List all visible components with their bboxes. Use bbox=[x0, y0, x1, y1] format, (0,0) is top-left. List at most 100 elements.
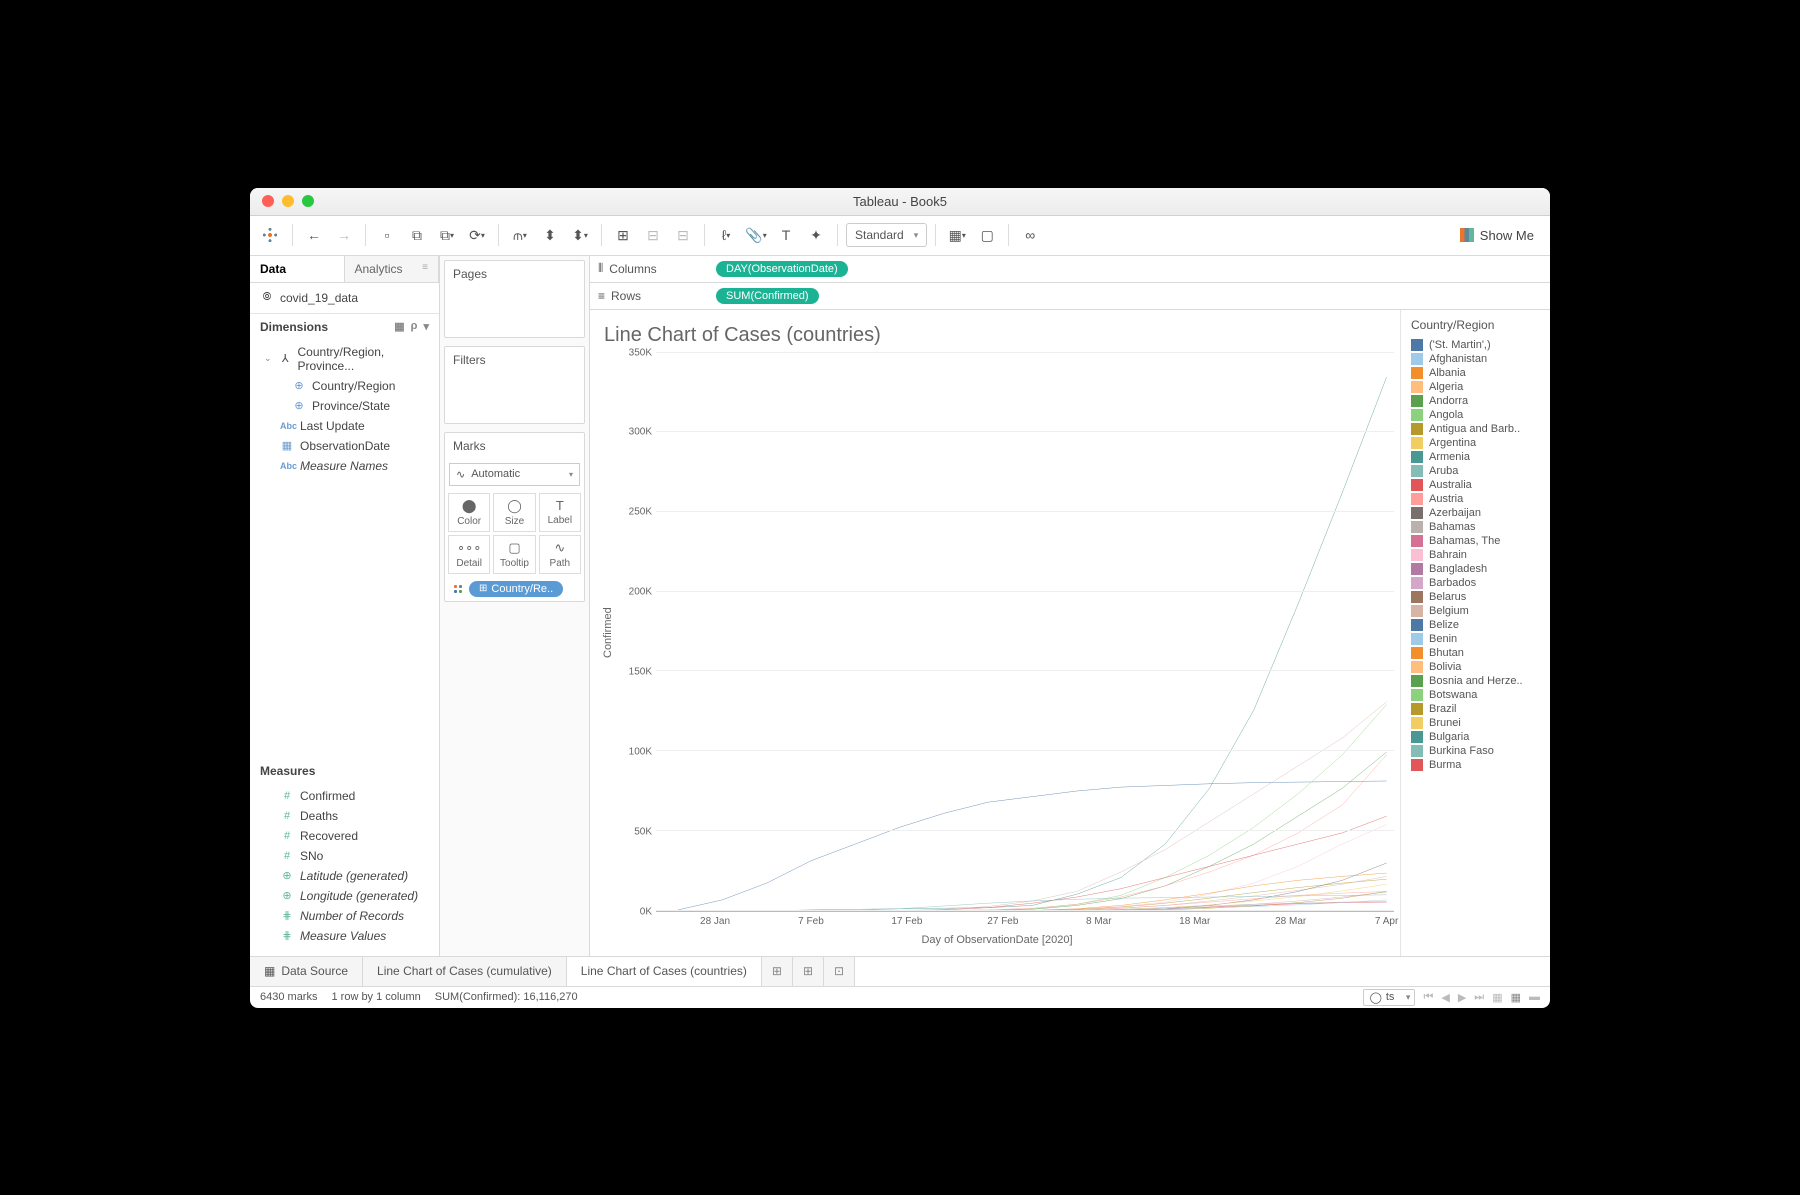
data-tab[interactable]: Data bbox=[250, 256, 345, 282]
forward-button[interactable]: → bbox=[331, 222, 357, 248]
sort-asc-button[interactable]: ⬍ bbox=[537, 222, 563, 248]
sheet-tab-1[interactable]: Line Chart of Cases (cumulative) bbox=[363, 957, 567, 986]
new-dashboard-button[interactable]: ⊞ bbox=[793, 957, 824, 986]
dimension-field[interactable]: ⊕Province/State bbox=[250, 396, 439, 416]
close-window-button[interactable] bbox=[262, 195, 274, 207]
back-button[interactable]: ← bbox=[301, 222, 327, 248]
legend-item[interactable]: Austria bbox=[1405, 492, 1546, 506]
highlight-button[interactable]: ℓ▾ bbox=[713, 222, 739, 248]
measure-field[interactable]: #Recovered bbox=[250, 826, 439, 846]
menu-icon[interactable]: ▾ bbox=[423, 320, 429, 333]
columns-pill[interactable]: DAY(ObservationDate) bbox=[716, 261, 848, 277]
dimension-field[interactable]: AbcLast Update bbox=[250, 416, 439, 436]
series-line[interactable] bbox=[678, 751, 1386, 910]
mark-size-button[interactable]: ◯Size bbox=[493, 493, 535, 532]
legend-item[interactable]: Australia bbox=[1405, 478, 1546, 492]
group-button[interactable]: ⊞ bbox=[610, 222, 636, 248]
legend-item[interactable]: Bahamas bbox=[1405, 520, 1546, 534]
chart-plot-area[interactable] bbox=[656, 353, 1394, 912]
datasource-row[interactable]: ⦾ covid_19_data bbox=[250, 283, 439, 314]
legend-item[interactable]: Benin bbox=[1405, 632, 1546, 646]
legend-item[interactable]: Bolivia bbox=[1405, 660, 1546, 674]
series-line[interactable] bbox=[678, 701, 1386, 910]
legend-item[interactable]: Belarus bbox=[1405, 590, 1546, 604]
filmstrip-button[interactable]: ▬ bbox=[1529, 991, 1540, 1003]
measure-field[interactable]: ⋕Number of Records bbox=[250, 906, 439, 926]
columns-shelf[interactable]: ⦀Columns DAY(ObservationDate) bbox=[590, 256, 1550, 283]
share-button[interactable]: ∞ bbox=[1017, 222, 1043, 248]
legend-item[interactable]: Algeria bbox=[1405, 380, 1546, 394]
text-button[interactable]: T bbox=[773, 222, 799, 248]
search-icon[interactable]: ρ bbox=[411, 320, 418, 333]
legend-item[interactable]: Angola bbox=[1405, 408, 1546, 422]
new-data-button[interactable]: ⧉ bbox=[404, 222, 430, 248]
series-line[interactable] bbox=[678, 884, 1386, 911]
rows-pill[interactable]: SUM(Confirmed) bbox=[716, 288, 819, 304]
legend-item[interactable]: Brazil bbox=[1405, 702, 1546, 716]
analytics-tab[interactable]: Analytics≡ bbox=[345, 256, 440, 282]
dimension-field[interactable]: AbcMeasure Names bbox=[250, 456, 439, 476]
legend-item[interactable]: Argentina bbox=[1405, 436, 1546, 450]
series-line[interactable] bbox=[678, 824, 1386, 910]
measure-field[interactable]: ⋕Measure Values bbox=[250, 926, 439, 946]
legend-item[interactable]: Antigua and Barb.. bbox=[1405, 422, 1546, 436]
legend-item[interactable]: Bhutan bbox=[1405, 646, 1546, 660]
show-cards-button[interactable]: ▦▾ bbox=[944, 222, 970, 248]
dimension-field[interactable]: ▦ObservationDate bbox=[250, 436, 439, 456]
totals-button[interactable]: ⊟ bbox=[670, 222, 696, 248]
measure-field[interactable]: ⊕Latitude (generated) bbox=[250, 866, 439, 886]
legend-item[interactable]: Barbados bbox=[1405, 576, 1546, 590]
filters-card[interactable]: Filters bbox=[444, 346, 585, 424]
measure-field[interactable]: #Confirmed bbox=[250, 786, 439, 806]
legend-item[interactable]: Belize bbox=[1405, 618, 1546, 632]
show-me-button[interactable]: Show Me bbox=[1460, 228, 1544, 243]
legend-item[interactable]: Bosnia and Herze.. bbox=[1405, 674, 1546, 688]
legend-item[interactable]: Burma bbox=[1405, 758, 1546, 772]
legend-item[interactable]: Armenia bbox=[1405, 450, 1546, 464]
refresh-button[interactable]: ⟳▾ bbox=[464, 222, 490, 248]
legend-item[interactable]: Afghanistan bbox=[1405, 352, 1546, 366]
sort-desc-button[interactable]: ⬍▾ bbox=[567, 222, 593, 248]
dimension-field[interactable]: ⊕Country/Region bbox=[250, 376, 439, 396]
mark-type-dropdown[interactable]: ∿Automatic▾ bbox=[449, 463, 580, 486]
measure-field[interactable]: #Deaths bbox=[250, 806, 439, 826]
legend-item[interactable]: Belgium bbox=[1405, 604, 1546, 618]
legend-item[interactable]: Aruba bbox=[1405, 464, 1546, 478]
new-worksheet-button[interactable]: ⧉▾ bbox=[434, 222, 460, 248]
attach-button[interactable]: 📎▾ bbox=[743, 222, 769, 248]
swap-button[interactable]: ⫙▾ bbox=[507, 222, 533, 248]
legend-item[interactable]: Brunei bbox=[1405, 716, 1546, 730]
legend-item[interactable]: Bahrain bbox=[1405, 548, 1546, 562]
prev-button[interactable]: ◀ bbox=[1441, 991, 1449, 1004]
maximize-window-button[interactable] bbox=[302, 195, 314, 207]
pin-button[interactable]: ✦ bbox=[803, 222, 829, 248]
mark-label-button[interactable]: TLabel bbox=[539, 493, 581, 532]
list-view-button[interactable]: ▦ bbox=[1511, 991, 1521, 1004]
view-icon[interactable]: ▦ bbox=[394, 320, 404, 333]
legend-item[interactable]: Bulgaria bbox=[1405, 730, 1546, 744]
fit-dropdown[interactable]: Standard▾ bbox=[846, 223, 927, 247]
measure-field[interactable]: #SNo bbox=[250, 846, 439, 866]
datasource-tab[interactable]: ▦Data Source bbox=[250, 957, 363, 986]
viz-canvas[interactable]: Line Chart of Cases (countries) Confirme… bbox=[590, 310, 1400, 956]
legend-item[interactable]: Botswana bbox=[1405, 688, 1546, 702]
sheet-tab-2[interactable]: Line Chart of Cases (countries) bbox=[567, 957, 762, 986]
legend-item[interactable]: Bahamas, The bbox=[1405, 534, 1546, 548]
legend-item[interactable]: ('St. Martin',) bbox=[1405, 338, 1546, 352]
series-line[interactable] bbox=[678, 754, 1386, 910]
mark-path-button[interactable]: ∿Path bbox=[539, 535, 581, 574]
user-dropdown[interactable]: ◯ts bbox=[1363, 989, 1416, 1006]
mark-color-button[interactable]: ⬤Color bbox=[448, 493, 490, 532]
mark-tooltip-button[interactable]: ▢Tooltip bbox=[493, 535, 535, 574]
save-button[interactable]: ▫ bbox=[374, 222, 400, 248]
minimize-window-button[interactable] bbox=[282, 195, 294, 207]
series-line[interactable] bbox=[678, 780, 1386, 909]
grid-view-button[interactable]: ▦ bbox=[1492, 991, 1502, 1004]
new-story-button[interactable]: ⊡ bbox=[824, 957, 855, 986]
mark-detail-button[interactable]: ∘∘∘Detail bbox=[448, 535, 490, 574]
mark-pill-country[interactable]: ⊞Country/Re.. bbox=[469, 581, 563, 597]
legend-item[interactable]: Andorra bbox=[1405, 394, 1546, 408]
legend-item[interactable]: Bangladesh bbox=[1405, 562, 1546, 576]
next-button[interactable]: ▶ bbox=[1458, 991, 1466, 1004]
new-sheet-button[interactable]: ⊞ bbox=[762, 957, 793, 986]
